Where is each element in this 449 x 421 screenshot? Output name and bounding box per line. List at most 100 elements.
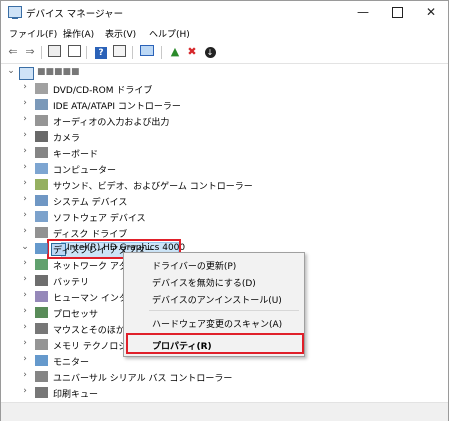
tree-category[interactable]: › サウンド、ビデオ、およびゲーム コントローラー [1, 177, 301, 193]
tree-category-label: ソフトウェア デバイス [53, 214, 146, 224]
expand-arrow-icon[interactable]: › [20, 82, 30, 92]
speaker-icon [35, 115, 48, 126]
window-title: デバイス マネージャー [26, 9, 124, 20]
system-device-icon [35, 195, 48, 206]
expand-arrow-icon[interactable]: › [20, 194, 30, 204]
tree-category[interactable]: › キーボード [1, 145, 301, 161]
menu-help[interactable]: ヘルプ(H) [149, 27, 190, 40]
tree-category[interactable]: › システム デバイス [1, 193, 301, 209]
title-bar: デバイス マネージャー — ✕ [1, 1, 448, 23]
tree-category-label: サウンド、ビデオ、およびゲーム コントローラー [53, 182, 253, 192]
expand-arrow-icon[interactable]: › [20, 354, 30, 364]
help-icon[interactable]: ? [94, 45, 108, 59]
expand-arrow-icon[interactable]: › [20, 98, 30, 108]
tree-category[interactable]: › コンピューター [1, 161, 301, 177]
expand-arrow-icon[interactable]: › [20, 146, 30, 156]
expand-arrow-icon[interactable]: › [20, 178, 30, 188]
expand-arrow-icon[interactable]: › [20, 210, 30, 220]
back-icon[interactable]: ⇐ [6, 45, 20, 59]
expand-arrow-icon[interactable]: › [20, 386, 30, 396]
update-driver-icon[interactable]: ▲ [168, 45, 182, 59]
sound-icon [35, 179, 48, 190]
printer-icon [35, 387, 48, 398]
battery-icon [35, 275, 48, 286]
tree-category-label: 印刷キュー [53, 390, 99, 400]
expand-arrow-icon[interactable]: › [20, 226, 30, 236]
ide-controller-icon [35, 99, 48, 110]
toolbar-separator [132, 46, 133, 59]
collapse-arrow-icon[interactable]: ⌄ [6, 66, 16, 76]
menu-disable-device[interactable]: デバイスを無効にする(D) [152, 276, 256, 289]
tree-category[interactable]: › ユニバーサル シリアル バス コントローラー [1, 369, 301, 385]
expand-arrow-icon[interactable]: › [20, 162, 30, 172]
tree-category-label: コンピューター [53, 166, 117, 176]
scan-hardware-icon[interactable] [140, 45, 154, 59]
menu-action[interactable]: 操作(A) [63, 27, 94, 40]
tree-category-label: オーディオの入力および出力 [53, 118, 170, 128]
keyboard-icon [35, 147, 48, 158]
tree-category-label: ユニバーサル シリアル バス コントローラー [53, 374, 233, 384]
expand-arrow-icon[interactable]: › [20, 114, 30, 124]
toolbar-separator [41, 46, 42, 59]
menu-update-driver[interactable]: ドライバーの更新(P) [152, 259, 236, 272]
toolbar: ⇐ ⇒ ? ▲ ✖ ↓ [1, 43, 448, 64]
network-icon [35, 259, 48, 270]
computer-name: ■■■■■ [37, 67, 80, 77]
list-view-icon[interactable] [67, 45, 81, 59]
status-bar [1, 402, 448, 421]
expand-arrow-icon[interactable]: › [20, 322, 30, 332]
tree-category-label: ディスク ドライブ [53, 230, 128, 240]
expand-arrow-icon[interactable]: › [20, 338, 30, 348]
disc-drive-icon [35, 83, 48, 94]
tree-root[interactable]: ⌄ ■■■■■ [1, 65, 201, 81]
device-manager-window: デバイス マネージャー — ✕ ファイル(F) 操作(A) 表示(V) ヘルプ(… [0, 0, 449, 421]
tree-category-label: モニター [53, 358, 90, 368]
properties-pane-icon[interactable] [112, 45, 126, 59]
expand-arrow-icon[interactable]: › [20, 370, 30, 380]
maximize-icon[interactable] [380, 1, 414, 23]
computer-icon [35, 163, 48, 174]
expand-arrow-icon[interactable]: › [20, 290, 30, 300]
menu-uninstall-device[interactable]: デバイスのアンインストール(U) [152, 293, 282, 306]
menu-view[interactable]: 表示(V) [105, 27, 136, 40]
tree-category-label: カメラ [53, 134, 81, 144]
tree-category[interactable]: › DVD/CD-ROM ドライブ [1, 81, 301, 97]
close-icon[interactable]: ✕ [414, 1, 448, 23]
memory-icon [35, 339, 48, 350]
minimize-icon[interactable]: — [346, 1, 380, 23]
display-adapter-icon [35, 243, 48, 254]
toolbar-separator [161, 46, 162, 59]
collapse-arrow-icon[interactable]: ⌄ [20, 242, 30, 252]
expand-arrow-icon[interactable]: › [20, 258, 30, 268]
tree-category-label: バッテリ [53, 278, 90, 288]
tree-category-label: システム デバイス [53, 198, 128, 208]
expand-arrow-icon[interactable]: › [20, 274, 30, 284]
tree-category-label: キーボード [53, 150, 99, 160]
tree-category[interactable]: › 印刷キュー [1, 385, 301, 401]
tree-category[interactable]: › IDE ATA/ATAPI コントローラー [1, 97, 301, 113]
expand-arrow-icon[interactable]: › [20, 130, 30, 140]
show-hide-tree-icon[interactable] [47, 45, 61, 59]
tree-category[interactable]: › カメラ [1, 129, 301, 145]
menu-scan-hardware[interactable]: ハードウェア変更のスキャン(A) [152, 317, 282, 330]
context-menu-separator [149, 310, 299, 311]
computer-root-icon [19, 67, 34, 80]
menu-bar: ファイル(F) 操作(A) 表示(V) ヘルプ(H) [1, 24, 448, 42]
usb-icon [35, 371, 48, 382]
highlight-box-properties [126, 333, 304, 354]
tree-category-label: DVD/CD-ROM ドライブ [53, 86, 153, 96]
monitor-icon [35, 355, 48, 366]
forward-icon[interactable]: ⇒ [23, 45, 37, 59]
menu-file[interactable]: ファイル(F) [9, 27, 57, 40]
device-manager-app-icon [8, 6, 22, 19]
uninstall-icon[interactable]: ✖ [185, 45, 199, 59]
disable-device-icon[interactable]: ↓ [203, 45, 217, 59]
tree-category-label: IDE ATA/ATAPI コントローラー [53, 102, 181, 112]
expand-arrow-icon[interactable]: › [20, 306, 30, 316]
disk-drive-icon [35, 227, 48, 238]
tree-category[interactable]: › ソフトウェア デバイス [1, 209, 301, 225]
mouse-icon [35, 323, 48, 334]
tree-category-label: プロセッサ [53, 310, 99, 320]
tree-category[interactable]: › ディスク ドライブ [1, 225, 301, 241]
tree-category[interactable]: › オーディオの入力および出力 [1, 113, 301, 129]
